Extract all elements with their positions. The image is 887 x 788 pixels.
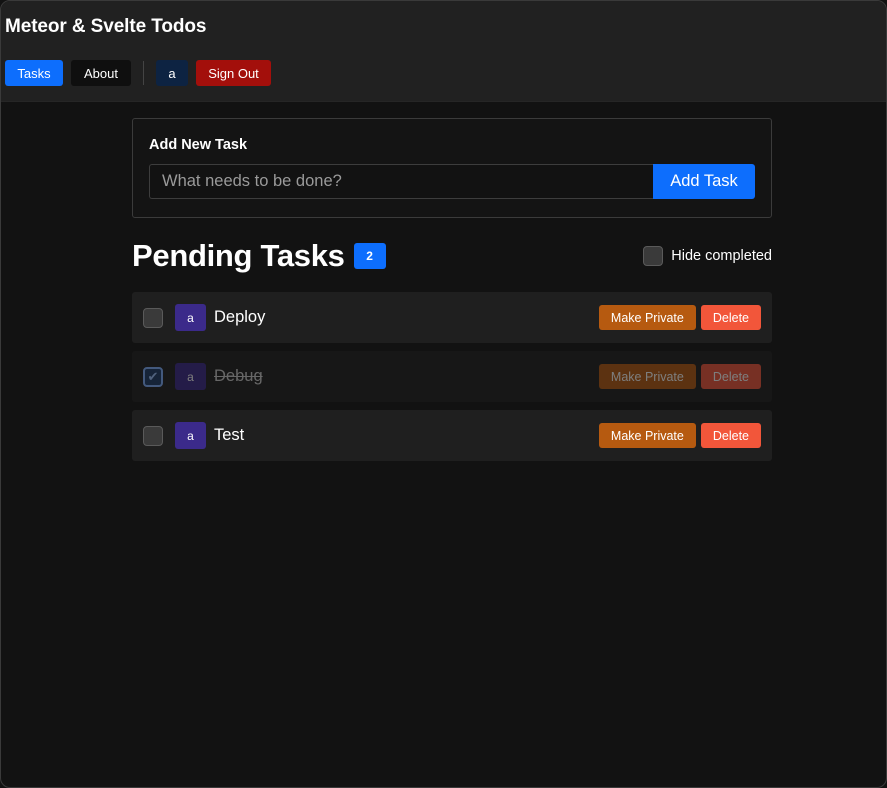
list-title-group: Pending Tasks 2 <box>132 238 386 274</box>
new-task-input[interactable] <box>149 164 653 199</box>
task-row: ✔ a Debug Make Private Delete <box>132 351 772 402</box>
task-row: a Deploy Make Private Delete <box>132 292 772 343</box>
app-header: Meteor & Svelte Todos Tasks About a Sign… <box>1 1 886 102</box>
nav-divider <box>143 61 144 85</box>
pending-count-badge: 2 <box>353 243 386 269</box>
nav-about-button[interactable]: About <box>71 60 131 86</box>
app-title: Meteor & Svelte Todos <box>5 16 207 37</box>
app-window: Meteor & Svelte Todos Tasks About a Sign… <box>0 0 887 788</box>
task-text: Test <box>214 426 245 444</box>
task-checkbox[interactable] <box>143 307 163 328</box>
nav-tasks-button[interactable]: Tasks <box>5 60 63 86</box>
task-owner-avatar: a <box>175 304 206 331</box>
task-list: a Deploy Make Private Delete ✔ a Debug M… <box>132 292 772 461</box>
delete-task-button[interactable]: Delete <box>700 364 761 389</box>
add-task-button[interactable]: Add Task <box>653 164 755 199</box>
user-button[interactable]: a <box>156 60 188 86</box>
list-title: Pending Tasks <box>132 238 345 273</box>
task-owner-avatar: a <box>175 422 206 449</box>
main-content: Add New Task Add Task Pending Tasks 2 Hi… <box>132 118 772 469</box>
add-task-card: Add New Task Add Task <box>132 118 772 218</box>
sign-out-button[interactable]: Sign Out <box>196 60 271 86</box>
hide-completed-checkbox[interactable] <box>643 246 664 266</box>
task-text: Debug <box>214 367 263 385</box>
check-icon: ✔ <box>147 369 159 384</box>
delete-task-button[interactable]: Delete <box>700 305 761 330</box>
task-checkbox[interactable]: ✔ <box>143 366 163 387</box>
make-private-button[interactable]: Make Private <box>598 423 696 448</box>
make-private-button[interactable]: Make Private <box>598 305 696 330</box>
main-nav: Tasks About a Sign Out <box>5 60 271 86</box>
list-header: Pending Tasks 2 Hide completed <box>132 238 772 274</box>
delete-task-button[interactable]: Delete <box>700 423 761 448</box>
task-row: a Test Make Private Delete <box>132 410 772 461</box>
task-checkbox[interactable] <box>143 425 163 446</box>
add-task-form: Add Task <box>149 164 755 199</box>
task-owner-avatar: a <box>175 363 206 390</box>
add-task-heading: Add New Task <box>149 137 248 153</box>
hide-completed-toggle[interactable]: Hide completed <box>643 246 772 266</box>
hide-completed-label: Hide completed <box>671 248 772 264</box>
task-text: Deploy <box>214 308 266 326</box>
make-private-button[interactable]: Make Private <box>598 364 696 389</box>
